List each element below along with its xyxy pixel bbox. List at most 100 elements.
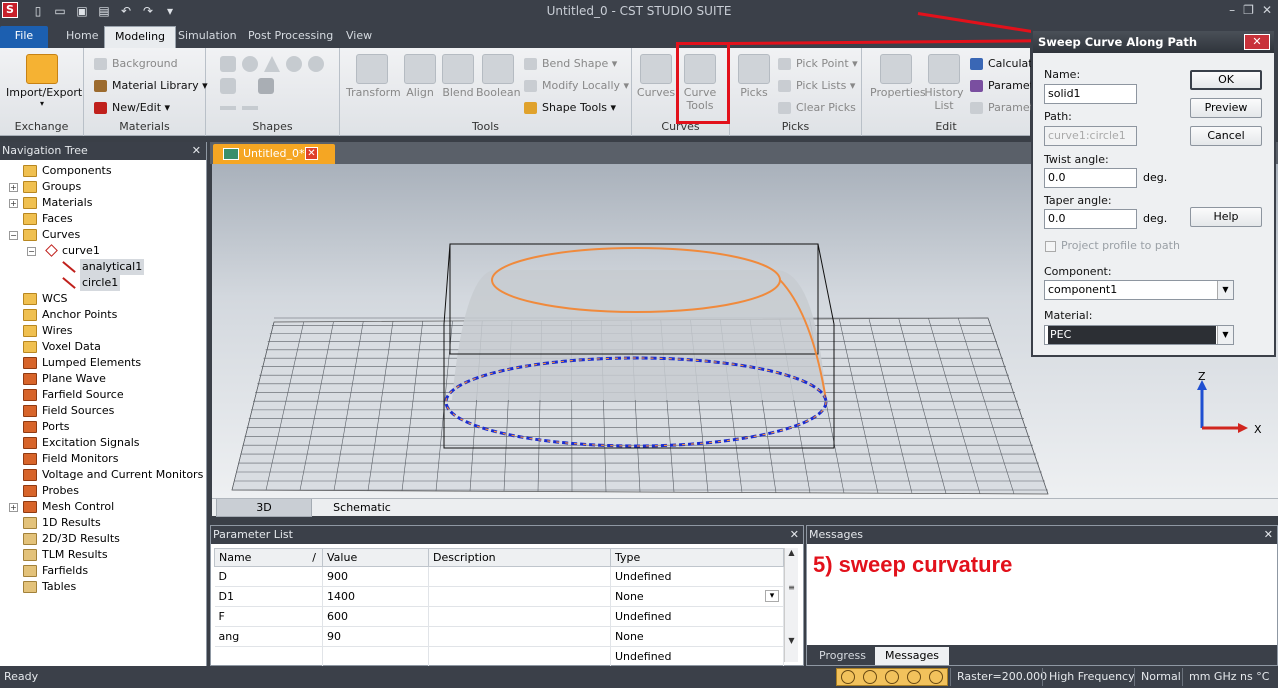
tree-item-tables[interactable]: Tables: [23, 579, 76, 595]
raster-value[interactable]: Raster=200.000: [950, 668, 1053, 686]
restore-icon[interactable]: ❐: [1243, 3, 1254, 17]
cylinder-icon[interactable]: [308, 56, 324, 72]
tree-item-circle1[interactable]: circle1: [80, 275, 121, 291]
background-button[interactable]: Background: [94, 55, 178, 73]
scroll-up-icon[interactable]: ▲: [785, 548, 798, 557]
tab-home[interactable]: Home: [56, 26, 108, 48]
close-panel-icon[interactable]: ✕: [192, 142, 201, 160]
rotate-icon[interactable]: [258, 78, 274, 94]
table-cell-name[interactable]: [214, 646, 323, 667]
tree-item-ports[interactable]: Ports: [23, 419, 70, 435]
parameter-update-button[interactable]: Paramet: [970, 99, 1034, 117]
column-header-description[interactable]: Description: [428, 548, 611, 567]
tree-item-groups[interactable]: + Groups: [9, 179, 81, 195]
brick-icon[interactable]: [220, 56, 236, 72]
zoom-fit-icon[interactable]: [907, 670, 921, 684]
tree-item-curves[interactable]: − Curves: [9, 227, 80, 243]
table-cell-description[interactable]: [428, 646, 611, 667]
chevron-down-icon[interactable]: ▼: [1217, 326, 1233, 344]
table-cell-type[interactable]: None ▾: [610, 586, 784, 607]
view-mode[interactable]: Normal: [1134, 668, 1187, 686]
tree-item-voltage-and-current-monitors[interactable]: Voltage and Current Monitors: [23, 467, 203, 483]
minimize-icon[interactable]: –: [1229, 3, 1235, 17]
picks-button[interactable]: Picks: [734, 54, 774, 99]
blend-button[interactable]: Blend: [440, 54, 476, 99]
table-cell-type[interactable]: Undefined: [610, 646, 784, 667]
component-select[interactable]: component1 ▼: [1044, 280, 1234, 300]
cone-icon[interactable]: [264, 56, 280, 72]
project-profile-checkbox[interactable]: [1045, 241, 1056, 252]
tab-view[interactable]: View: [336, 26, 382, 48]
table-row[interactable]: ang 90 None: [214, 626, 784, 647]
table-cell-value[interactable]: 1400: [322, 586, 429, 607]
tab-post-processing[interactable]: Post Processing: [238, 26, 343, 48]
column-header-type[interactable]: Type: [610, 548, 784, 567]
material-library-button[interactable]: Material Library ▾: [94, 77, 208, 95]
torus-icon[interactable]: [286, 56, 302, 72]
transform-button[interactable]: Transform: [346, 54, 401, 99]
table-cell-type[interactable]: None: [610, 626, 784, 647]
tree-item-1d-results[interactable]: 1D Results: [23, 515, 101, 531]
table-row[interactable]: Undefined: [214, 646, 784, 667]
tab-modeling[interactable]: Modeling: [104, 26, 177, 48]
properties-button[interactable]: Properties: [870, 54, 926, 99]
twist-angle-field[interactable]: 0.0: [1044, 168, 1137, 188]
zoom-icon[interactable]: [841, 670, 855, 684]
help-button[interactable]: Help: [1190, 207, 1262, 227]
curve-shape-icon[interactable]: [242, 106, 258, 110]
reset-view-icon[interactable]: [929, 670, 943, 684]
tab-messages[interactable]: Messages: [875, 647, 949, 665]
collapse-icon[interactable]: −: [27, 247, 36, 256]
close-panel-icon[interactable]: ✕: [1264, 526, 1273, 544]
table-cell-description[interactable]: [428, 606, 611, 627]
tab-progress[interactable]: Progress: [809, 647, 876, 665]
table-cell-value[interactable]: 900: [322, 566, 429, 587]
new-edit-material-button[interactable]: New/Edit ▾: [94, 99, 170, 117]
tree-item-excitation-signals[interactable]: Excitation Signals: [23, 435, 140, 451]
tree-item-materials[interactable]: + Materials: [9, 195, 92, 211]
table-cell-value[interactable]: [322, 646, 429, 667]
boolean-button[interactable]: Boolean: [476, 54, 521, 99]
name-field[interactable]: solid1: [1044, 84, 1137, 104]
rotate-view-icon[interactable]: [885, 670, 899, 684]
tree-item-voxel-data[interactable]: Voxel Data: [23, 339, 101, 355]
table-cell-value[interactable]: 90: [322, 626, 429, 647]
tree-item-mesh-control[interactable]: + Mesh Control: [9, 499, 114, 515]
tab-simulation[interactable]: Simulation: [168, 26, 247, 48]
scroll-grip-icon[interactable]: ≡: [785, 583, 798, 592]
cancel-button[interactable]: Cancel: [1190, 126, 1262, 146]
table-cell-name[interactable]: ang: [214, 626, 323, 647]
table-cell-value[interactable]: 600: [322, 606, 429, 627]
tree-item-plane-wave[interactable]: Plane Wave: [23, 371, 106, 387]
dialog-close-icon[interactable]: ✕: [1244, 34, 1270, 50]
loft-icon[interactable]: [220, 106, 236, 110]
tree-item-2d-3d-results[interactable]: 2D/3D Results: [23, 531, 120, 547]
tree-item-wcs[interactable]: WCS: [23, 291, 68, 307]
curves-button[interactable]: Curves: [636, 54, 676, 99]
calculator-button[interactable]: Calculato: [970, 55, 1039, 73]
taper-angle-field[interactable]: 0.0: [1044, 209, 1137, 229]
table-row[interactable]: F 600 Undefined: [214, 606, 784, 627]
column-header-name[interactable]: Name /: [214, 548, 323, 567]
parameter-list-scrollbar[interactable]: ▲ ≡ ▼: [784, 548, 798, 662]
tree-item-anchor-points[interactable]: Anchor Points: [23, 307, 117, 323]
solver-mode[interactable]: High Frequency: [1042, 668, 1141, 686]
table-cell-name[interactable]: D1: [214, 586, 323, 607]
history-list-button[interactable]: History List: [924, 54, 964, 112]
tree-item-wires[interactable]: Wires: [23, 323, 72, 339]
preview-button[interactable]: Preview: [1190, 98, 1262, 118]
bend-shape-button[interactable]: Bend Shape ▾: [524, 55, 617, 73]
pick-point-button[interactable]: Pick Point ▾: [778, 55, 858, 73]
table-cell-description[interactable]: [428, 626, 611, 647]
close-window-icon[interactable]: ✕: [1262, 3, 1272, 17]
tree-item-field-sources[interactable]: Field Sources: [23, 403, 114, 419]
pick-lists-button[interactable]: Pick Lists ▾: [778, 77, 855, 95]
table-cell-type[interactable]: Undefined: [610, 566, 784, 587]
table-cell-description[interactable]: [428, 566, 611, 587]
expand-icon[interactable]: +: [9, 503, 18, 512]
table-row[interactable]: D1 1400 None ▾: [214, 586, 784, 607]
material-select[interactable]: PEC ▼: [1044, 325, 1234, 345]
pan-icon[interactable]: [863, 670, 877, 684]
units-display[interactable]: mm GHz ns °C: [1182, 668, 1275, 686]
collapse-icon[interactable]: −: [9, 231, 18, 240]
